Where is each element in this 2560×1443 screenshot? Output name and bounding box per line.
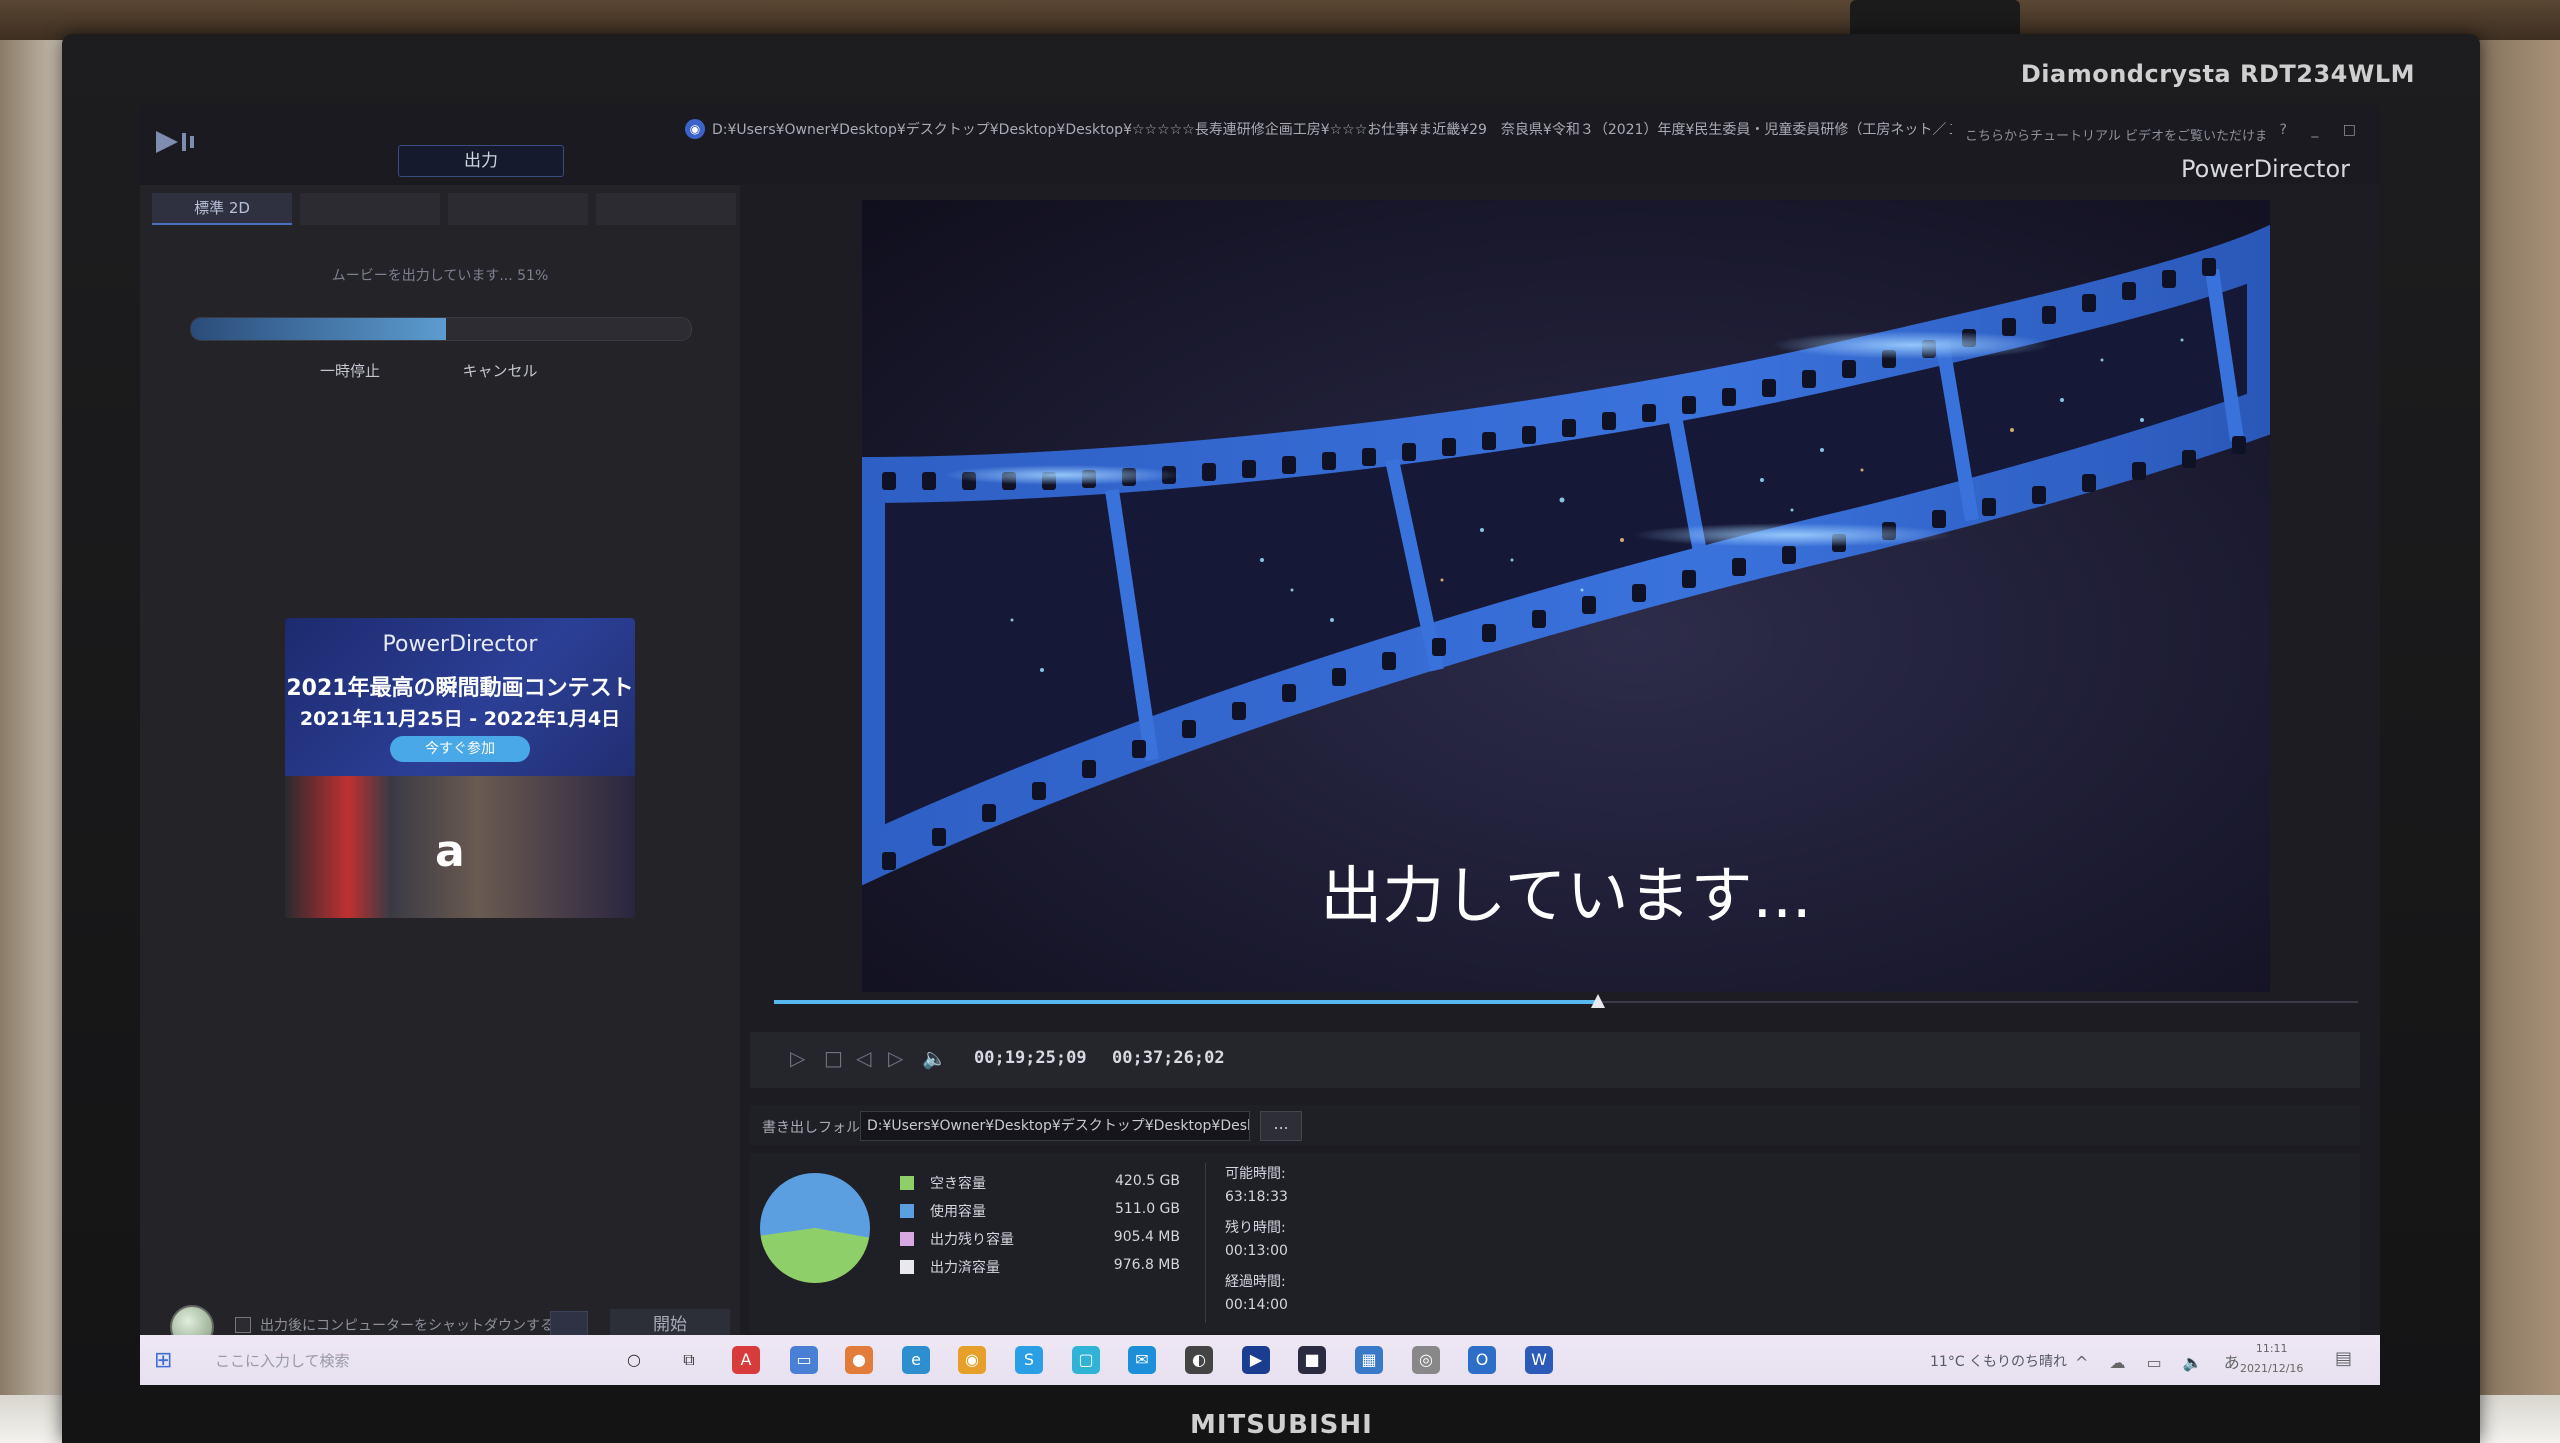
- timeline-scrubber[interactable]: [774, 994, 2358, 1008]
- skype-icon[interactable]: S: [1015, 1346, 1043, 1374]
- tab-format-2[interactable]: [300, 193, 440, 225]
- clock-time: 11:11: [2255, 1342, 2288, 1355]
- left-panel: 標準 2D ムービーを出力しています... 51% 一時停止 キャンセル Pow…: [140, 185, 740, 1349]
- tab-standard-2d[interactable]: 標準 2D: [152, 193, 292, 225]
- promo-dates: 2021年11月25日 - 2022年1月4日: [299, 708, 621, 730]
- shutdown-checkbox[interactable]: [235, 1317, 251, 1333]
- output-done-value: 976.8 MB: [1113, 1257, 1180, 1273]
- remaining-output-swatch: [900, 1232, 914, 1246]
- remaining-time-value: 00:13:00: [1225, 1243, 1288, 1259]
- available-time-label: 可能時間:: [1225, 1166, 1286, 1182]
- current-timecode: 00;19;25;09: [974, 1048, 1087, 1068]
- firefox-icon[interactable]: ●: [845, 1346, 873, 1374]
- clock[interactable]: 11:11 2021/12/16: [2240, 1339, 2303, 1379]
- taskbar: ⊞ ここに入力して検索 ○ ⧉ A ▭ ● e ◉ S ▢ ✉ ◐ ▶ ■ ▦ …: [140, 1335, 2380, 1385]
- legend-used-space: 使用容量 511.0 GB: [900, 1199, 1180, 1223]
- used-space-label: 使用容量: [930, 1204, 986, 1220]
- preview-window: 出力しています...: [862, 200, 2270, 992]
- pdf-app-icon[interactable]: A: [732, 1346, 760, 1374]
- title-bar: 出力 ◉ D:¥Users¥Owner¥Desktop¥デスクトップ¥Deskt…: [140, 105, 2380, 185]
- file-explorer-icon[interactable]: ▭: [790, 1346, 818, 1374]
- start-menu-icon[interactable]: ⊞: [154, 1348, 172, 1373]
- task-view-icon[interactable]: ⧉: [675, 1346, 703, 1374]
- tab-format-3[interactable]: [448, 193, 588, 225]
- free-space-swatch: [900, 1176, 914, 1190]
- tutorial-link[interactable]: こちらからチュートリアル ビデオをご覧いただけます。: [1965, 125, 2265, 144]
- notification-icon[interactable]: ▤: [2335, 1348, 2352, 1369]
- screen: 出力 ◉ D:¥Users¥Owner¥Desktop¥デスクトップ¥Deskt…: [140, 105, 2380, 1385]
- cancel-button[interactable]: キャンセル: [440, 357, 560, 385]
- output-done-swatch: [900, 1260, 914, 1274]
- chrome-icon[interactable]: ◉: [958, 1346, 986, 1374]
- promo-banner[interactable]: PowerDirector 2021年最高の瞬間動画コンテスト 2021年11月…: [285, 618, 635, 918]
- mail-icon[interactable]: ✉: [1128, 1346, 1156, 1374]
- disk-usage-pie: [760, 1173, 870, 1283]
- cortana-icon[interactable]: ○: [620, 1346, 648, 1374]
- remaining-output-label: 出力残り容量: [930, 1232, 1014, 1248]
- monitor-model-label: Diamondcrysta RDT234WLM: [2020, 60, 2415, 88]
- scrubber-fill: [774, 1000, 1598, 1004]
- monitor-brand-label: MITSUBISHI: [1190, 1410, 1373, 1440]
- export-folder-row: 書き出しフォルダー: D:¥Users¥Owner¥Desktop¥デスクトップ…: [750, 1105, 2360, 1145]
- output-done-label: 出力済容量: [930, 1260, 1000, 1276]
- volume-icon[interactable]: 🔈: [922, 1046, 947, 1070]
- stop-icon[interactable]: □: [824, 1046, 843, 1070]
- shutdown-label: 出力後にコンピューターをシャットダウンする: [260, 1318, 554, 1334]
- previous-frame-icon[interactable]: ◁: [856, 1046, 871, 1070]
- total-timecode: 00;37;26;02: [1112, 1048, 1225, 1068]
- legend-free-space: 空き容量 420.5 GB: [900, 1171, 1180, 1195]
- app-title: PowerDirector: [2181, 155, 2350, 183]
- panel-divider: [1205, 1163, 1206, 1323]
- taskbar-search-input[interactable]: ここに入力して検索: [215, 1350, 350, 1371]
- legend-remaining-output: 出力残り容量 905.4 MB: [900, 1227, 1180, 1251]
- tab-format-4[interactable]: [596, 193, 736, 225]
- outlook-icon[interactable]: O: [1468, 1346, 1496, 1374]
- weather-label[interactable]: 11°C くもりのち晴れ: [1930, 1351, 2067, 1371]
- clock-date: 2021/12/16: [2240, 1362, 2304, 1375]
- transport-bar: ▷ □ ◁ ▷ 🔈 00;19;25;09 00;37;26;02: [750, 1032, 2360, 1088]
- playhead-handle[interactable]: [1590, 994, 1605, 1008]
- powerdirector-icon[interactable]: ▶: [1242, 1346, 1270, 1374]
- elapsed-time-label: 経過時間:: [1225, 1274, 1286, 1290]
- promo-title: 2021年最高の瞬間動画コンテスト: [286, 676, 634, 701]
- store-icon[interactable]: ▢: [1072, 1346, 1100, 1374]
- project-path: D:¥Users¥Owner¥Desktop¥デスクトップ¥Desktop¥De…: [712, 122, 1952, 138]
- used-space-swatch: [900, 1204, 914, 1218]
- progress-fill: [191, 318, 446, 340]
- elapsed-time-value: 00:14:00: [1225, 1297, 1288, 1313]
- promo-brand: PowerDirector: [382, 632, 538, 657]
- system-tray-icons[interactable]: ^ ☁ ▭ 🔈 あ: [2075, 1349, 2248, 1373]
- format-tabs: 標準 2D: [152, 193, 740, 225]
- play-icon[interactable]: ▷: [790, 1046, 805, 1070]
- promo-join-button[interactable]: 今すぐ参加: [390, 736, 530, 762]
- remaining-output-value: 905.4 MB: [1113, 1229, 1180, 1245]
- legend-output-done: 出力済容量 976.8 MB: [900, 1255, 1180, 1279]
- output-tab[interactable]: 出力: [398, 145, 564, 177]
- export-folder-input[interactable]: D:¥Users¥Owner¥Desktop¥デスクトップ¥Desktop¥De…: [860, 1111, 1250, 1141]
- camera-icon[interactable]: ◎: [1412, 1346, 1440, 1374]
- obs-icon[interactable]: ◐: [1185, 1346, 1213, 1374]
- progress-label: ムービーを出力しています... 51%: [331, 268, 549, 284]
- free-space-value: 420.5 GB: [1115, 1173, 1180, 1189]
- used-space-value: 511.0 GB: [1115, 1201, 1180, 1217]
- available-time-value: 63:18:33: [1225, 1189, 1288, 1205]
- browse-button[interactable]: ...: [1260, 1111, 1302, 1141]
- pause-button[interactable]: 一時停止: [290, 357, 410, 385]
- remaining-time-label: 残り時間:: [1225, 1220, 1286, 1236]
- amazon-logo: a: [435, 826, 465, 877]
- disk-info-panel: 空き容量 420.5 GB 使用容量 511.0 GB 出力残り容量 905.4…: [750, 1153, 2360, 1333]
- app-logo-icon: [152, 127, 198, 157]
- photos-icon[interactable]: ▦: [1355, 1346, 1383, 1374]
- free-space-label: 空き容量: [930, 1176, 986, 1192]
- progress-bar: [190, 317, 692, 341]
- word-icon[interactable]: W: [1525, 1346, 1553, 1374]
- window-controls[interactable]: ? _ □: [2279, 122, 2366, 138]
- edge-icon[interactable]: e: [902, 1346, 930, 1374]
- next-frame-icon[interactable]: ▷: [888, 1046, 903, 1070]
- media-app-icon[interactable]: ■: [1298, 1346, 1326, 1374]
- project-icon: ◉: [685, 119, 705, 139]
- rendering-message: 出力しています...: [1320, 859, 1812, 932]
